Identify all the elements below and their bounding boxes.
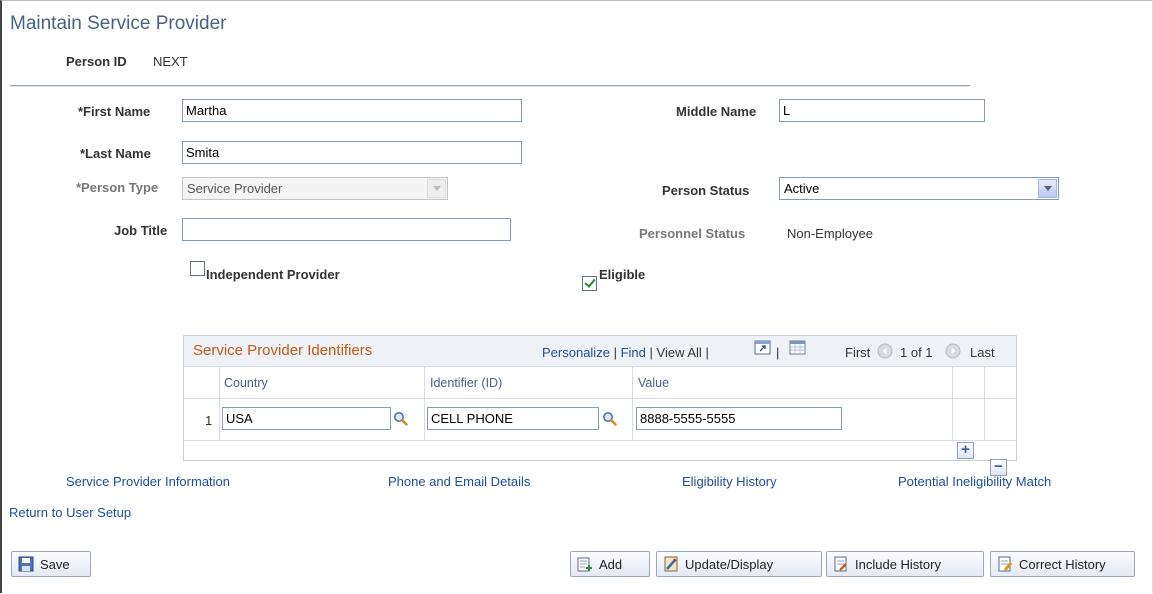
eligibility-history-link[interactable]: Eligibility History bbox=[682, 474, 777, 489]
add-icon bbox=[577, 557, 592, 572]
last-name-field[interactable]: Smita bbox=[182, 141, 522, 164]
first-name-field[interactable]: Martha bbox=[182, 99, 522, 122]
save-label: Save bbox=[40, 556, 70, 572]
include-history-icon bbox=[834, 556, 847, 572]
personnel-status-label: Personnel Status bbox=[639, 226, 746, 241]
search-icon[interactable] bbox=[393, 411, 408, 426]
person-status-label: Person Status bbox=[662, 183, 750, 198]
update-display-button[interactable]: Update/Display bbox=[656, 551, 822, 577]
nav-separator: | bbox=[649, 345, 653, 360]
chevron-down-icon[interactable] bbox=[1038, 179, 1057, 198]
view-all-label[interactable]: View All bbox=[657, 345, 702, 360]
person-id-label: Person ID bbox=[66, 54, 127, 69]
country-field[interactable]: USA bbox=[222, 407, 391, 430]
last-label: Last bbox=[970, 345, 995, 360]
nav-separator: | bbox=[613, 345, 617, 360]
person-status-select[interactable]: Active bbox=[779, 177, 1059, 200]
person-type-select: Service Provider bbox=[182, 177, 448, 200]
include-history-button[interactable]: Include History bbox=[826, 551, 984, 577]
first-label: First bbox=[845, 345, 871, 360]
job-title-label: Job Title bbox=[114, 223, 168, 238]
person-type-label: *Person Type bbox=[76, 180, 159, 195]
grid-rule bbox=[952, 366, 953, 440]
minus-icon: − bbox=[994, 458, 1003, 475]
middle-name-label: Middle Name bbox=[676, 104, 757, 119]
phone-email-details-link[interactable]: Phone and Email Details bbox=[388, 474, 530, 489]
add-row-button[interactable]: + bbox=[957, 441, 974, 459]
nav-separator: | bbox=[705, 345, 709, 360]
plus-icon: + bbox=[961, 441, 970, 458]
correct-history-label: Correct History bbox=[1019, 556, 1106, 572]
grid-rule bbox=[184, 398, 1016, 399]
search-icon[interactable] bbox=[602, 411, 617, 426]
grid-rule bbox=[424, 366, 425, 440]
first-name-label: *First Name bbox=[78, 104, 151, 119]
section-divider bbox=[10, 85, 970, 87]
eligible-label: Eligible bbox=[599, 267, 646, 282]
zoom-grid-icon[interactable] bbox=[754, 340, 772, 356]
identifier-field[interactable]: CELL PHONE bbox=[427, 407, 599, 430]
grid-title: Service Provider Identifiers bbox=[193, 342, 373, 359]
last-name-label: *Last Name bbox=[80, 146, 151, 161]
personalize-link[interactable]: Personalize bbox=[542, 345, 610, 360]
add-button[interactable]: Add bbox=[570, 551, 650, 577]
find-link[interactable]: Find bbox=[621, 345, 646, 360]
personnel-status-value: Non-Employee bbox=[787, 226, 873, 241]
row-range: 1 of 1 bbox=[900, 345, 933, 360]
correct-history-icon bbox=[998, 556, 1013, 572]
save-button[interactable]: Save bbox=[11, 551, 91, 577]
person-type-value: Service Provider bbox=[187, 181, 283, 196]
independent-provider-label: Independent Provider bbox=[206, 267, 340, 282]
job-title-field[interactable] bbox=[182, 218, 511, 241]
potential-ineligibility-match-link[interactable]: Potential Ineligibility Match bbox=[898, 474, 1051, 489]
person-status-value: Active bbox=[784, 181, 820, 196]
include-history-label: Include History bbox=[855, 556, 941, 572]
chevron-down-icon bbox=[427, 179, 446, 198]
grid-rule bbox=[184, 440, 1016, 441]
save-icon bbox=[18, 556, 34, 572]
person-id-value: NEXT bbox=[153, 54, 188, 69]
download-spreadsheet-icon[interactable] bbox=[789, 340, 807, 356]
page-frame bbox=[0, 0, 1153, 593]
grid-rule bbox=[632, 366, 633, 440]
grid-nav: Personalize | Find | View All | bbox=[542, 345, 709, 360]
eligible-checkbox[interactable] bbox=[582, 276, 597, 291]
nav-separator: | bbox=[776, 345, 780, 360]
grid-rule bbox=[184, 366, 1016, 367]
previous-row-icon[interactable] bbox=[877, 343, 893, 359]
update-display-icon bbox=[664, 556, 678, 572]
correct-history-button[interactable]: Correct History bbox=[990, 551, 1135, 577]
col-header-value[interactable]: Value bbox=[638, 376, 669, 390]
page-title: Maintain Service Provider bbox=[10, 13, 227, 34]
add-label: Add bbox=[599, 556, 623, 572]
col-header-identifier[interactable]: Identifier (ID) bbox=[430, 376, 502, 390]
update-display-label: Update/Display bbox=[685, 556, 774, 572]
return-to-user-setup-link[interactable]: Return to User Setup bbox=[9, 505, 131, 520]
grid-rule bbox=[984, 366, 985, 440]
independent-provider-checkbox[interactable] bbox=[190, 261, 205, 276]
middle-name-field[interactable]: L bbox=[779, 99, 985, 122]
next-row-icon[interactable] bbox=[945, 343, 961, 359]
service-provider-information-link[interactable]: Service Provider Information bbox=[66, 474, 230, 489]
value-field[interactable]: 8888-5555-5555 bbox=[636, 407, 842, 430]
row-number: 1 bbox=[205, 413, 213, 428]
grid-rule bbox=[219, 366, 220, 440]
col-header-country[interactable]: Country bbox=[224, 376, 268, 390]
